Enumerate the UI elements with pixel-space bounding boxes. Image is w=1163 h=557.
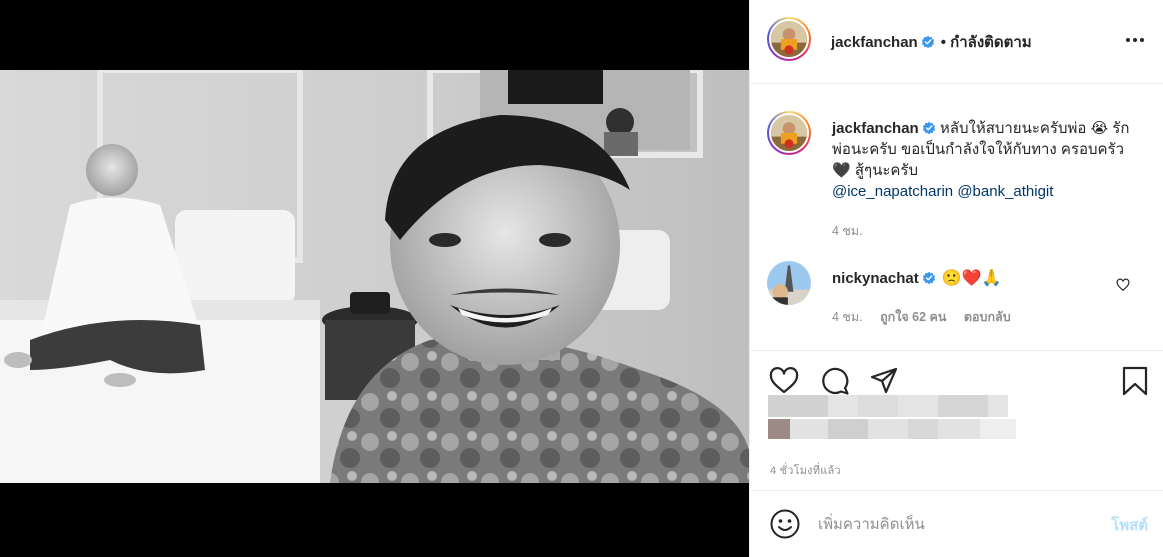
share-icon[interactable] (869, 366, 899, 396)
caption-avatar[interactable] (767, 111, 811, 155)
emoji-icon[interactable] (769, 508, 801, 540)
caption-timestamp[interactable]: 4 ชม. (832, 221, 863, 241)
instagram-post: jackfanchan • กำลังติดตาม jackfanchan หล… (0, 0, 1163, 557)
post-media[interactable] (0, 0, 749, 557)
comment-meta: 4 ชม. ถูกใจ 62 คน ตอบกลับ (832, 307, 1025, 327)
heart-icon[interactable] (769, 366, 799, 396)
header-line: jackfanchan • กำลังติดตาม (831, 30, 1032, 54)
mention-link[interactable]: @bank_athigit (957, 183, 1053, 200)
comments-list[interactable]: jackfanchan หลับให้สบายนะครับพ่อ 😭 รักพ่… (750, 85, 1163, 350)
post-actions: 4 ชั่วโมงที่แล้ว (750, 350, 1163, 490)
comment-icon[interactable] (820, 366, 850, 396)
author-username[interactable]: jackfanchan (831, 34, 918, 51)
add-comment-bar: โพสต์ (750, 490, 1163, 557)
author-avatar[interactable] (767, 17, 811, 61)
post-timestamp[interactable]: 4 ชั่วโมงที่แล้ว (770, 461, 841, 479)
verified-icon (922, 121, 935, 135)
comment-line: nickynachat 🙁❤️🙏 (832, 268, 1001, 288)
verified-icon (922, 271, 935, 285)
comment-timestamp[interactable]: 4 ชม. (832, 310, 863, 324)
caption-text-part3: สู้ๆนะครับ (854, 162, 918, 179)
comment-input[interactable] (818, 511, 1088, 537)
crying-emoji: 😭 (1090, 120, 1109, 137)
reply-button[interactable]: ตอบกลับ (964, 310, 1011, 324)
post-header: jackfanchan • กำลังติดตาม (750, 0, 1163, 84)
comment-likes[interactable]: ถูกใจ 62 คน (880, 310, 946, 324)
more-icon[interactable] (1124, 30, 1146, 50)
post-sidebar: jackfanchan • กำลังติดตาม jackfanchan หล… (749, 0, 1163, 557)
comment-text: 🙁❤️🙏 (941, 270, 1002, 287)
comment-like-heart-icon[interactable] (1116, 278, 1130, 292)
black-heart-emoji: 🖤 (832, 162, 851, 179)
post-photo (0, 70, 749, 483)
caption-text: jackfanchan หลับให้สบายนะครับพ่อ 😭 รักพ่… (832, 118, 1132, 202)
author-avatar-image (771, 21, 807, 57)
verified-icon (921, 35, 934, 49)
mention-link[interactable]: @ice_napatcharin (832, 183, 953, 200)
caption-text-part1: หลับให้สบายนะครับพ่อ (939, 120, 1087, 137)
commenter-avatar-image (767, 261, 811, 305)
caption-avatar-image (771, 115, 807, 151)
likes-summary-blurred (768, 395, 1016, 439)
bookmark-icon[interactable] (1120, 366, 1150, 396)
commenter-avatar[interactable] (767, 261, 811, 305)
commenter-username[interactable]: nickynachat (832, 270, 919, 287)
post-comment-button[interactable]: โพสต์ (1111, 513, 1148, 537)
caption-username[interactable]: jackfanchan (832, 120, 919, 137)
follow-status-button[interactable]: • กำลังติดตาม (941, 34, 1032, 51)
